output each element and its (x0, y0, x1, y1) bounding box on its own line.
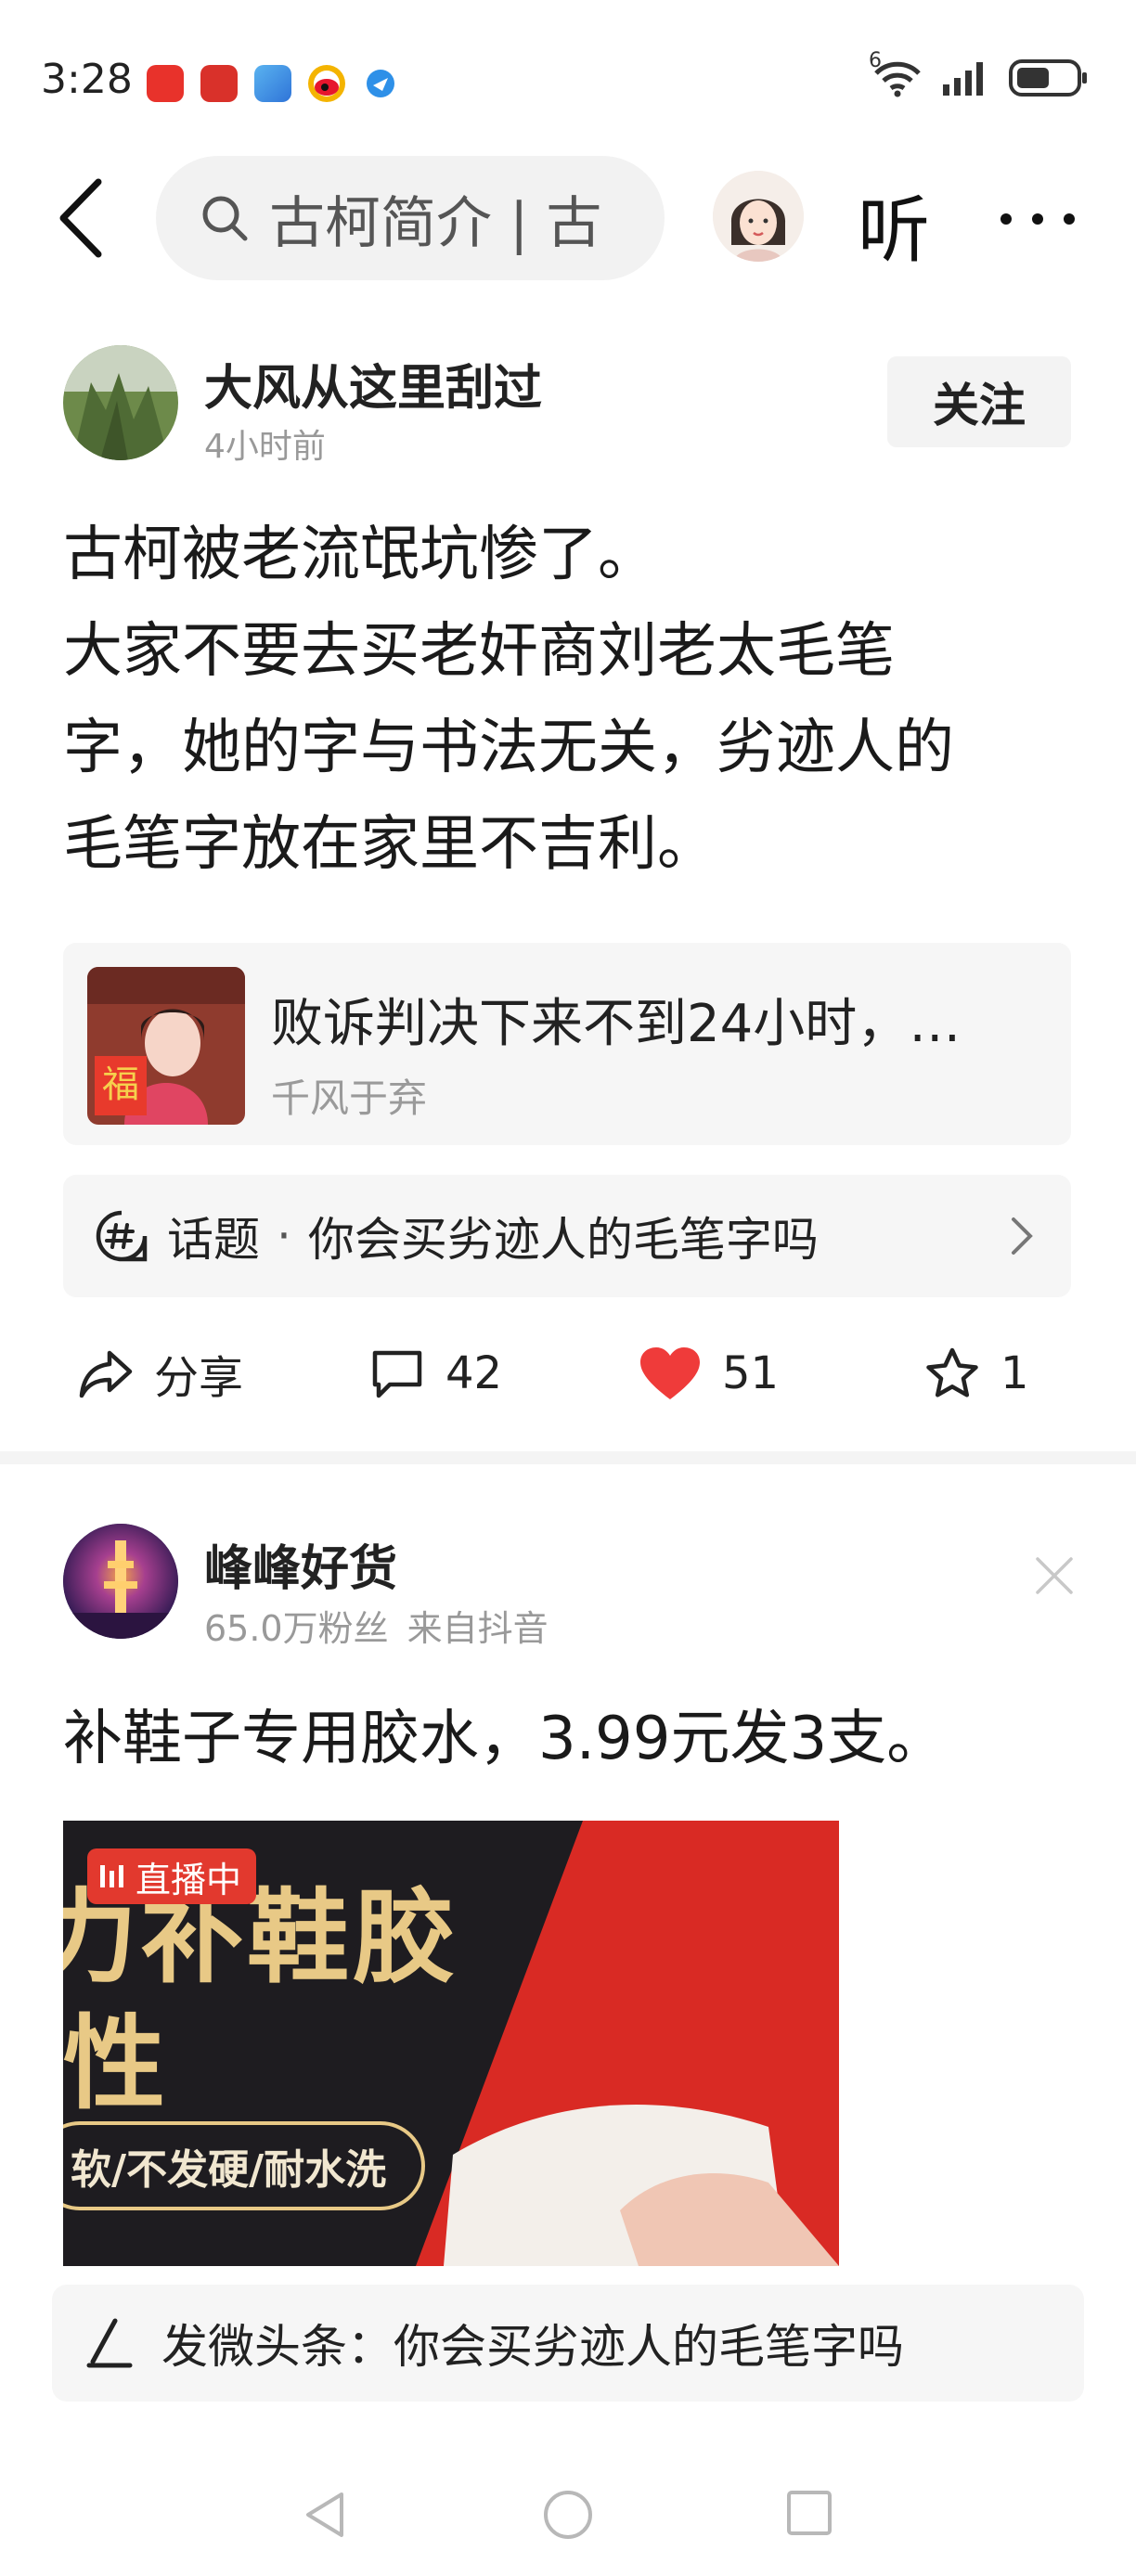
post-source: 来自抖音 (407, 1608, 549, 1649)
live-badge-label: 直播中 (136, 1859, 242, 1900)
promo-image[interactable]: 力补鞋胶 性 软/不发硬/耐水洗 直播中 (63, 1821, 839, 2266)
system-navigation-bar (0, 2468, 1136, 2561)
like-count: 51 (722, 1347, 780, 1399)
post-body-line: 古柯被老流氓坑惨了。 (63, 521, 657, 589)
article-thumbnail: 福 (87, 967, 245, 1125)
signal-icon (941, 58, 991, 101)
compose-topic-text: 你会买劣迹人的毛笔字吗 (394, 2320, 904, 2374)
close-icon (1036, 1557, 1073, 1594)
heart-icon (640, 1347, 700, 1399)
post-body-line: 大家不要去买老奸商刘老太毛笔 (63, 617, 895, 686)
share-label: 分享 (154, 1352, 244, 1404)
weather-app-icon (254, 65, 291, 102)
referenced-article-card[interactable]: 福 败诉判决下来不到24小时，… 千风于弃 (63, 943, 1071, 1145)
thumb-fu-char: 福 (102, 1063, 139, 1106)
follow-button[interactable]: 关注 (887, 356, 1071, 447)
video-app-icon (147, 65, 184, 102)
topic-label: 话题 (167, 1213, 260, 1267)
pen-icon (86, 2318, 133, 2368)
listen-button[interactable]: 听 (858, 173, 930, 277)
author-avatar[interactable] (63, 345, 178, 460)
battery-icon (1008, 58, 1090, 102)
star-icon (926, 1347, 978, 1397)
post-body[interactable]: 古柯被老流氓坑惨了。 大家不要去买老奸商刘老太毛笔 字，她的字与书法无关，劣迹人… (63, 507, 1075, 893)
post-time: 4小时前 (204, 428, 326, 466)
nav-home-button[interactable] (542, 2489, 594, 2544)
favorite-button[interactable]: 1 (924, 1329, 1029, 1418)
chevron-right-icon (1012, 1217, 1033, 1255)
search-icon (202, 196, 248, 241)
weibo-icon (308, 65, 345, 102)
circle-home-icon (544, 2491, 592, 2539)
triangle-back-icon (306, 2492, 343, 2537)
network-type: 6 (869, 49, 882, 72)
comment-icon (372, 1350, 422, 1398)
nav-back-button[interactable] (303, 2489, 347, 2544)
author-name[interactable]: 峰峰好货 (204, 1529, 397, 1599)
post-actions: 分享 42 51 1 (0, 1329, 1136, 1418)
back-button[interactable] (52, 176, 111, 260)
user-avatar[interactable] (713, 171, 804, 262)
topic-separator: · (277, 1209, 291, 1263)
more-button[interactable] (999, 212, 1077, 230)
square-recents-icon (787, 2491, 832, 2535)
comment-button[interactable]: 42 (369, 1329, 502, 1418)
status-app-icons (147, 65, 399, 102)
feed-divider (0, 1451, 1136, 1464)
author-name[interactable]: 大风从这里刮过 (204, 349, 542, 419)
promo-headline-2: 性 (63, 2004, 165, 2123)
favorite-count: 1 (1000, 1347, 1029, 1399)
author-meta: 65.0万粉丝 来自抖音 (204, 1600, 567, 1651)
nav-recents-button[interactable] (785, 2489, 833, 2541)
browser-icon (362, 65, 399, 102)
post-body-line: 字，她的字与书法无关，劣迹人的 (63, 714, 954, 782)
compose-post-bar[interactable]: 发微头条： 你会买劣迹人的毛笔字吗 (52, 2285, 1084, 2402)
status-indicators: 6 (869, 49, 1090, 102)
post-body-line: 毛笔字放在家里不吉利。 (63, 810, 716, 879)
share-button[interactable]: 分享 (78, 1329, 243, 1418)
author-avatar[interactable] (63, 1524, 178, 1639)
more-dots-icon (1000, 213, 1075, 225)
share-icon (79, 1350, 133, 1398)
article-title: 败诉判决下来不到24小时，… (271, 994, 962, 1054)
topic-text: 你会买劣迹人的毛笔字吗 (307, 1213, 819, 1267)
dismiss-button[interactable] (1034, 1555, 1075, 1600)
search-input[interactable]: 古柯简介 | 古 (156, 156, 665, 280)
article-source: 千风于弃 (271, 1075, 428, 1121)
topic-hash-icon (96, 1210, 148, 1262)
follower-count: 65.0万粉丝 (204, 1608, 389, 1649)
comment-count: 42 (445, 1347, 503, 1399)
live-badge: 直播中 (87, 1848, 257, 1904)
post-body[interactable]: 补鞋子专用胶水，3.99元发3支。 (63, 1691, 946, 1776)
chevron-left-icon (59, 178, 102, 258)
compose-label: 发微头条： (161, 2320, 394, 2374)
live-bars-icon (100, 1865, 123, 1887)
search-query-text: 古柯简介 | 古 (269, 190, 602, 256)
promo-feature-pill: 软/不发硬/耐水洗 (63, 2121, 425, 2210)
huawei-store-icon (200, 65, 238, 102)
wifi-icon: 6 (869, 49, 924, 101)
topic-link[interactable]: 话题 · 你会买劣迹人的毛笔字吗 (63, 1175, 1071, 1297)
like-button[interactable]: 51 (639, 1329, 779, 1418)
status-time: 3:28 (41, 56, 133, 103)
